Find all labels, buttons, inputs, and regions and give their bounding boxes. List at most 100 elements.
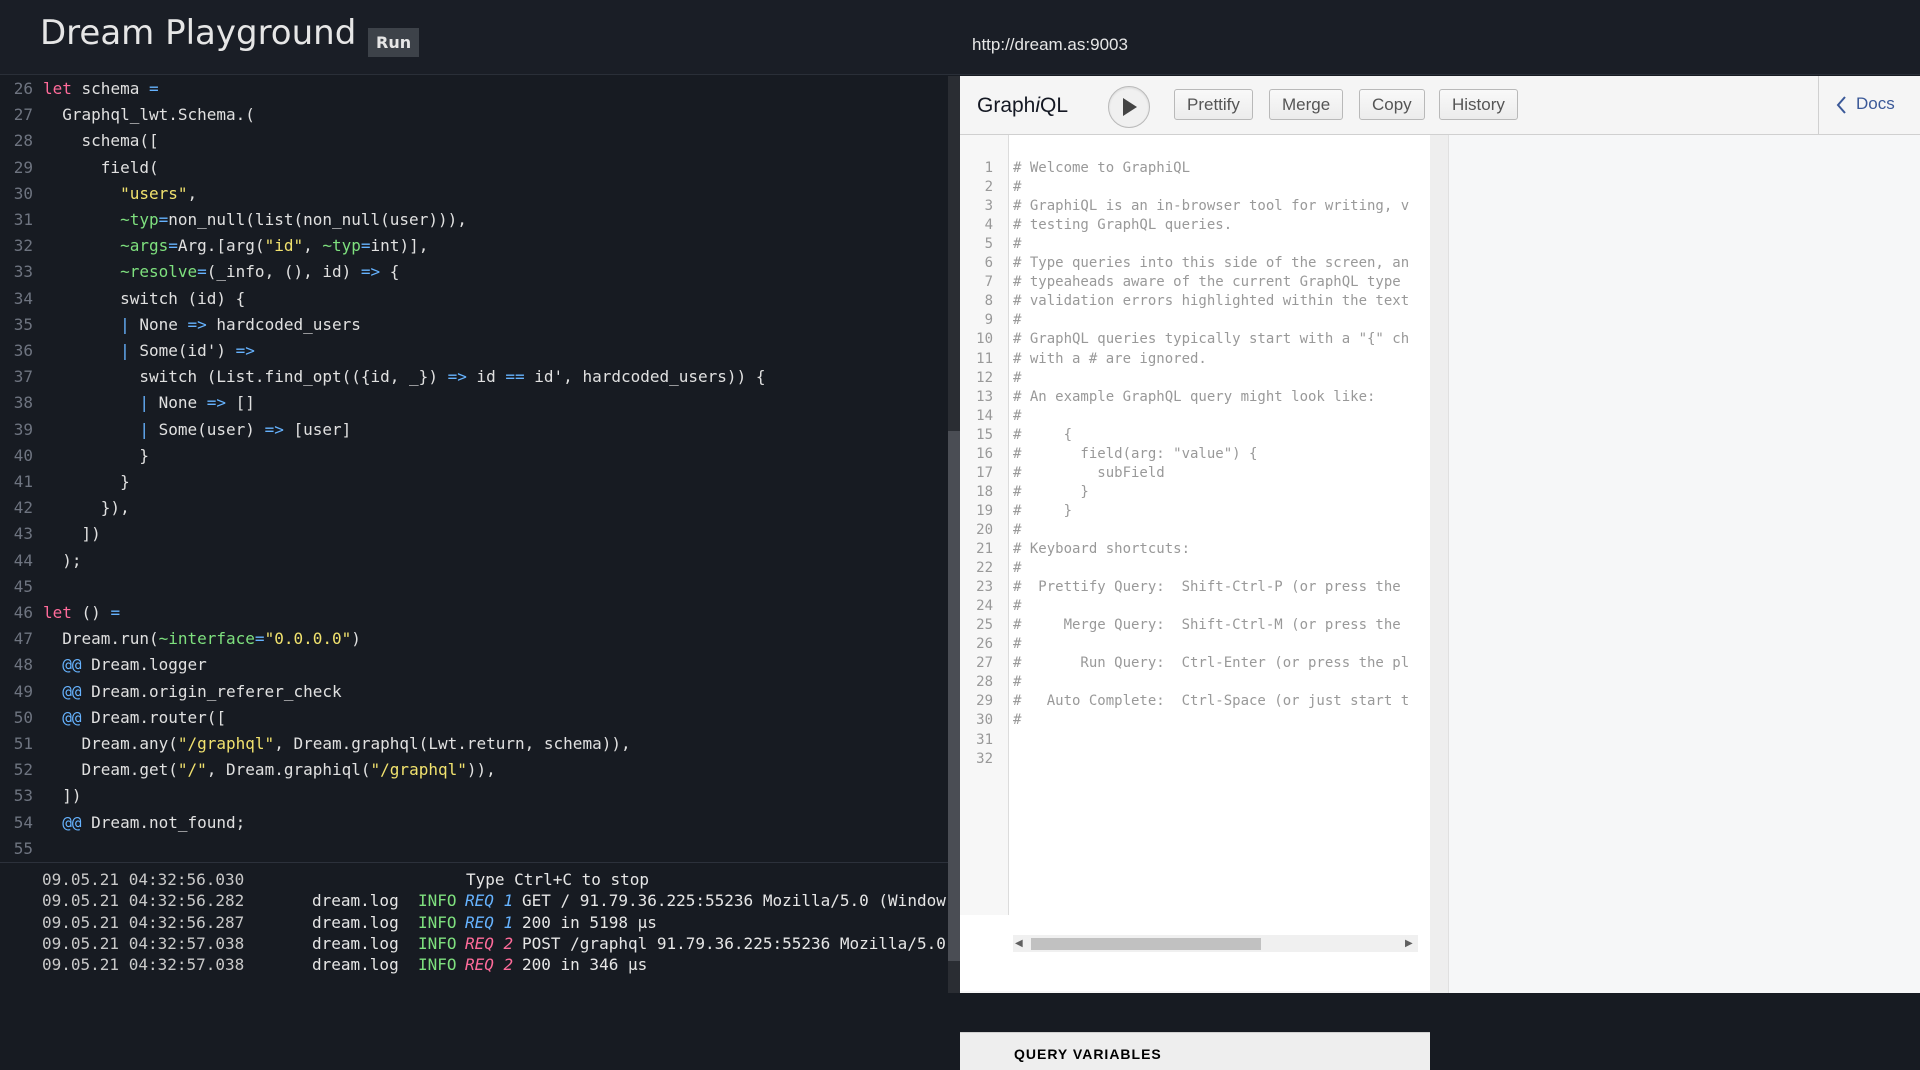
log-timestamp: 09.05.21 04:32:57.038 [42,955,245,975]
code-token: ]) [43,786,82,806]
code-line: 40 } [0,443,940,469]
logo-text-prefix: Graph [977,94,1036,117]
query-line-text: # validation errors highlighted within t… [1013,293,1410,310]
query-line-text: # testing GraphQL queries. [1013,217,1233,234]
line-number: 54 [13,812,33,832]
query-line: 20 # [960,521,1021,540]
graphiql-panel: GraphiQL Prettify Merge Copy History Doc… [960,76,1920,1070]
code-token: { [380,262,400,282]
query-line-number: 19 [976,502,993,519]
code-token: = [197,262,207,282]
query-line: 10 # GraphQL queries typically start with… [960,330,1409,349]
line-number: 36 [13,341,33,360]
query-line-text: # Prettify Query: Shift-Ctrl-P (or press… [1013,579,1401,596]
query-line-number: 7 [984,274,993,291]
scroll-right-arrow-icon[interactable]: ▶ [1405,938,1413,949]
query-line: 18 # } [960,483,1089,502]
code-token: ~resolve [120,262,198,282]
execute-query-button[interactable] [1108,86,1150,128]
line-number: 55 [13,838,33,858]
history-button[interactable]: History [1439,89,1518,120]
copy-button[interactable]: Copy [1359,89,1425,120]
code-token: , [303,236,323,256]
query-line-text: # GraphiQL is an in-browser tool for wri… [1013,198,1410,215]
code-token: = [148,79,159,98]
query-line-text: # subField [1013,464,1165,481]
docs-button[interactable]: Docs [1818,76,1920,134]
code-line: 43 ]) [0,521,940,547]
query-variables-bar[interactable]: QUERY VARIABLES [960,1032,1430,1070]
query-line: 7 # typeaheads aware of the current Graph… [960,273,1401,292]
query-line-number: 18 [976,483,993,500]
query-line: 28 # [960,673,1021,692]
code-token: , [187,183,198,203]
code-token: None [148,393,207,413]
graphiql-toolbar: GraphiQL Prettify Merge Copy History Doc… [960,76,1920,135]
query-line-number: 21 [976,541,993,557]
query-line-text: # GraphQL queries typically start with a… [1013,331,1410,348]
code-token: ~typ [120,210,159,229]
editor-scrollbar[interactable] [948,76,960,993]
query-line-text: # } [1013,502,1073,519]
line-number: 40 [13,445,33,465]
query-line: 11 # with a # are ignored. [960,350,1207,369]
query-line-number: 17 [976,464,993,481]
line-number: 53 [13,786,33,806]
code-editor[interactable]: 26 let schema = 27 Graphql_lwt.Schema.(28 … [0,76,948,861]
query-line-number: 4 [984,217,993,234]
query-line: 2 # [960,178,1022,197]
code-token: None [129,314,188,334]
code-token: @@ [62,655,82,675]
result-viewer[interactable] [1448,135,1920,993]
line-number: 32 [13,236,33,256]
graphiql-logo: GraphiQL [977,94,1068,118]
server-url[interactable]: http://dream.as:9003 [972,35,1128,55]
query-variables-label: QUERY VARIABLES [1014,1046,1162,1062]
query-horizontal-scrollbar-thumb[interactable] [1031,938,1261,950]
logo-text-suffix: QL [1040,94,1069,117]
code-token: Dream.router([ [81,707,227,727]
editor-scrollbar-thumb[interactable] [948,431,960,961]
code-token: = [168,236,178,256]
merge-button[interactable]: Merge [1269,89,1344,120]
log-line: 09.05.21 04:32:57.038 dream.log INFO REQ 2 2… [0,952,948,978]
prettify-button[interactable]: Prettify [1174,89,1253,120]
query-line-text: # Auto Complete: Ctrl-Space (or just sta… [1013,693,1410,710]
code-token: "/" [177,760,207,780]
code-line: 46 let () = [0,600,940,626]
code-line: 47 Dream.run(~interface="0.0.0.0") [0,626,940,652]
query-line: 13 # An example GraphQL query might look … [960,388,1375,407]
code-token: ) [351,629,361,649]
code-token: Dream.origin_referer_check [81,681,342,701]
code-line: 36 | Some(id') => [0,338,940,364]
code-line: 39 | Some(user) => [user] [0,417,940,443]
scroll-left-arrow-icon[interactable]: ◀ [1015,938,1023,949]
code-token: schema([ [43,131,159,151]
log-source: dream.log [312,955,399,975]
code-token: "users" [120,183,188,203]
query-line-number: 26 [976,636,993,653]
query-line-number: 20 [976,521,993,538]
query-code[interactable]: 1 # Welcome to GraphiQL 2 #3 # GraphiQL is a… [960,135,1430,915]
log-request-id: REQ 2 [465,955,514,975]
run-button[interactable]: Run [368,28,420,57]
code-line: 32 ~args=Arg.[arg("id", ~typ=int)], [0,233,940,259]
code-token: => [360,262,381,282]
code-token: , Dream.graphiql( [206,760,371,780]
code-token: Dream.not_found; [81,812,246,832]
query-horizontal-scrollbar[interactable]: ◀ ▶ [1013,935,1418,952]
code-token: id [466,367,506,387]
query-editor[interactable]: 1 # Welcome to GraphiQL 2 #3 # GraphiQL is a… [960,135,1430,991]
code-token: ); [43,550,82,570]
query-line-number: 11 [976,350,993,367]
code-token: | [120,341,130,360]
query-line-number: 6 [984,255,993,272]
query-line-text: # with a # are ignored. [1013,350,1207,367]
query-line-number: 27 [976,655,993,672]
line-number: 37 [13,367,33,387]
pane-divider[interactable] [1430,135,1448,993]
query-line: 25 # Merge Query: Shift-Ctrl-M (or press … [960,616,1401,635]
query-line-number: 9 [984,312,993,329]
